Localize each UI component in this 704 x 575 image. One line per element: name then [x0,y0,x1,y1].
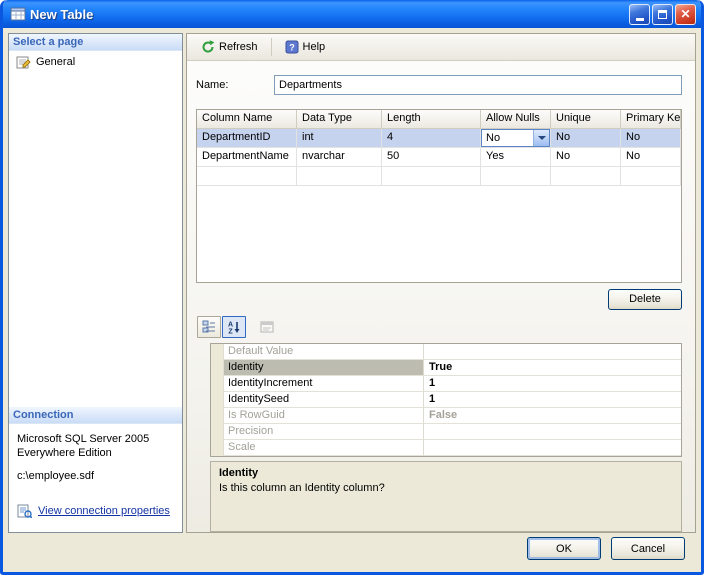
categorized-button[interactable] [197,315,221,338]
grid-row-departmentid[interactable]: DepartmentID int 4 No No No [197,129,681,148]
cell-allow-nulls: No [481,129,551,148]
header-unique: Unique [551,110,621,129]
chevron-down-icon [537,136,546,140]
property-row-identityseed[interactable]: IdentitySeed 1 [211,391,681,408]
cell-data-type[interactable]: nvarchar [297,148,382,167]
close-icon: ✕ [680,7,691,21]
server-line-2: Everywhere Edition [17,447,112,459]
alphabetical-sort-button[interactable]: A Z [222,315,246,338]
table-icon [10,6,26,22]
main-toolbar: Refresh ? Help [187,34,695,61]
property-row-precision[interactable]: Precision [211,423,681,440]
help-button[interactable]: ? Help [277,36,334,58]
table-name-input[interactable] [274,75,682,95]
help-label: Help [302,41,326,53]
grid-row-departmentname[interactable]: DepartmentName nvarchar 50 Yes No No [197,148,681,167]
sidebar-item-label: General [36,56,76,68]
property-description-title: Identity [219,466,259,479]
cancel-button[interactable]: Cancel [611,537,685,560]
property-row-identityincrement[interactable]: IdentityIncrement 1 [211,375,681,392]
cell-length[interactable]: 50 [382,148,481,167]
name-row: Name: [196,75,682,95]
view-connection-properties-link[interactable]: View connection properties [38,505,170,517]
window-title: New Table [30,6,94,22]
connection-link-row: View connection properties [9,482,182,532]
minimize-button[interactable] [629,3,650,25]
delete-row: Delete [196,283,682,314]
titlebar: New Table ✕ [3,0,701,28]
property-pages-button [255,316,279,338]
allow-nulls-combobox[interactable]: No [481,129,550,147]
connection-server-text: Microsoft SQL Server 2005 Everywhere Edi… [9,424,182,460]
categorized-icon [202,320,216,334]
svg-text:?: ? [289,43,295,53]
new-table-dialog: New Table ✕ Select a page General Connec… [0,0,704,575]
minimize-icon [635,17,644,21]
main-panel: Refresh ? Help Name: Departments Column … [186,33,696,533]
cell-unique[interactable]: No [551,129,621,148]
general-page-content: Name: Column Name Data Type Length Allow… [187,61,695,532]
grid-header-row: Column Name Data Type Length Allow Nulls… [197,110,681,129]
cell-column-name[interactable]: DepartmentName [197,148,297,167]
help-icon: ? [285,40,299,54]
grid-row-empty[interactable] [197,167,681,186]
cell-allow-nulls[interactable]: Yes [481,148,551,167]
sidebar: Select a page General Connection Microso… [8,33,183,533]
svg-text:A: A [228,321,233,328]
server-line-1: Microsoft SQL Server 2005 [17,433,150,445]
header-length: Length [382,110,481,129]
close-button[interactable]: ✕ [675,3,696,25]
dialog-body: Select a page General Connection Microso… [3,28,701,533]
name-label: Name: [196,79,229,91]
az-sort-icon: A Z [227,320,241,334]
cell-primary-key[interactable]: No [621,148,681,167]
window-controls: ✕ [629,3,696,25]
maximize-icon [658,9,667,19]
svg-text:Z: Z [228,328,233,334]
connection-properties-icon [17,504,32,518]
property-row-scale[interactable]: Scale [211,439,681,456]
header-primary-key: Primary Key [621,110,681,129]
header-allow-nulls: Allow Nulls [481,110,551,129]
connection-header: Connection [9,407,182,424]
cell-column-name[interactable]: DepartmentID [197,129,297,148]
property-description-text: Is this column an Identity column? [219,481,385,494]
refresh-button[interactable]: Refresh [193,36,266,58]
header-data-type: Data Type [297,110,382,129]
dialog-footer: OK Cancel [3,533,701,572]
database-path: c:\employee.sdf [17,470,95,482]
header-column-name: Column Name [197,110,297,129]
property-grid: Default Value Identity True IdentityIncr… [210,342,682,457]
property-pages-icon [260,320,274,334]
maximize-button[interactable] [652,3,673,25]
delete-button[interactable]: Delete [608,288,682,310]
combobox-value: No [486,132,501,144]
sidebar-item-general[interactable]: General [9,51,182,73]
property-row-isrowguid[interactable]: Is RowGuid False [211,407,681,424]
toolbar-separator [270,38,272,56]
property-row-identity[interactable]: Identity True [211,359,681,376]
columns-grid: Column Name Data Type Length Allow Nulls… [196,109,682,283]
refresh-icon [201,40,215,54]
cell-primary-key[interactable]: No [621,129,681,148]
cell-length[interactable]: 4 [382,129,481,148]
ok-button[interactable]: OK [527,537,601,560]
select-a-page-header: Select a page [9,34,182,51]
cell-unique[interactable]: No [551,148,621,167]
cell-data-type[interactable]: int [297,129,382,148]
property-description-panel: Identity Is this column an Identity colu… [210,460,682,532]
combobox-dropdown-button[interactable] [533,130,549,146]
property-row-default-value[interactable]: Default Value [211,343,681,360]
general-page-icon [16,55,31,69]
refresh-label: Refresh [219,41,258,53]
property-grid-toolbar: A Z [197,315,682,338]
